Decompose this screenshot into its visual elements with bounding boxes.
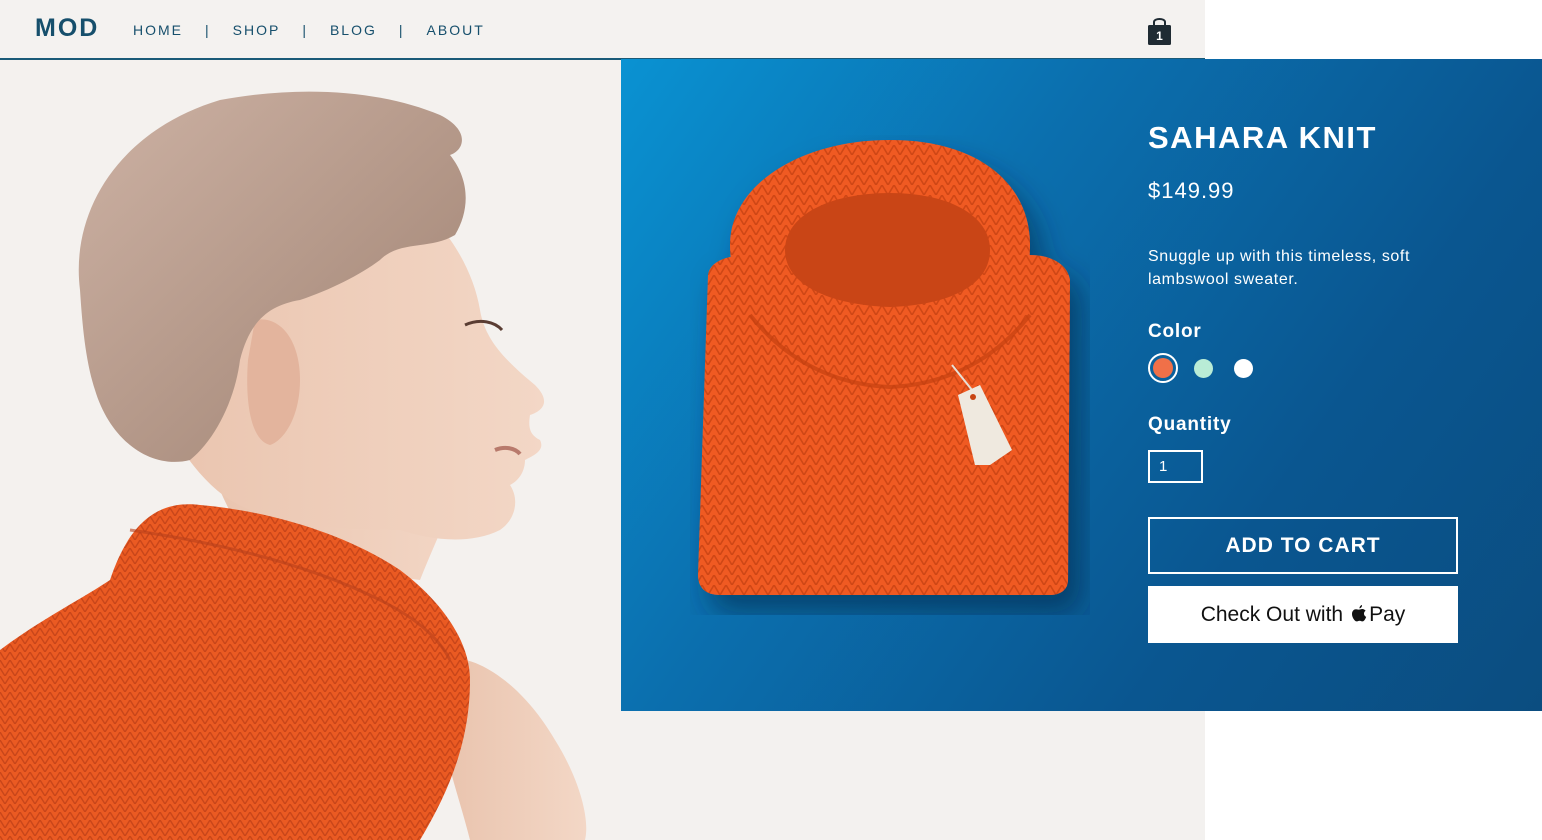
nav-item-home[interactable]: HOME xyxy=(133,22,183,38)
quantity-input[interactable] xyxy=(1148,450,1203,483)
apple-pay-checkout-button[interactable]: Check Out with Pay xyxy=(1148,586,1458,643)
pay-label: Pay xyxy=(1369,602,1406,626)
nav-separator: | xyxy=(398,22,405,38)
nav-separator: | xyxy=(205,22,211,38)
nav-separator: | xyxy=(302,22,308,38)
model-photo xyxy=(0,60,620,840)
main-nav: HOME | SHOP | BLOG | ABOUT xyxy=(133,22,485,38)
product-title: SAHARA KNIT xyxy=(1148,120,1377,155)
color-swatch-mint[interactable] xyxy=(1194,358,1213,378)
shopping-bag-icon[interactable]: 1 xyxy=(1147,16,1172,46)
brand-logo[interactable]: MOD xyxy=(35,14,99,43)
color-label: Color xyxy=(1148,321,1202,342)
color-swatches xyxy=(1148,353,1274,383)
apple-icon xyxy=(1352,605,1367,622)
cart-count: 1 xyxy=(1156,29,1163,43)
quantity-label: Quantity xyxy=(1148,414,1232,435)
product-image xyxy=(698,140,1070,595)
nav-item-blog[interactable]: BLOG xyxy=(330,22,377,38)
color-swatch-orange[interactable] xyxy=(1148,353,1178,383)
nav-item-shop[interactable]: SHOP xyxy=(233,22,281,38)
nav-item-about[interactable]: ABOUT xyxy=(427,22,485,38)
top-navigation-bar: MOD HOME | SHOP | BLOG | ABOUT 1 xyxy=(0,0,1205,60)
color-swatch-white[interactable] xyxy=(1234,358,1253,378)
checkout-label: Check Out with xyxy=(1200,602,1344,626)
product-description: Snuggle up with this timeless, soft lamb… xyxy=(1148,248,1411,288)
add-to-cart-button[interactable]: ADD TO CART xyxy=(1148,517,1458,574)
product-price: $149.99 xyxy=(1148,178,1235,203)
